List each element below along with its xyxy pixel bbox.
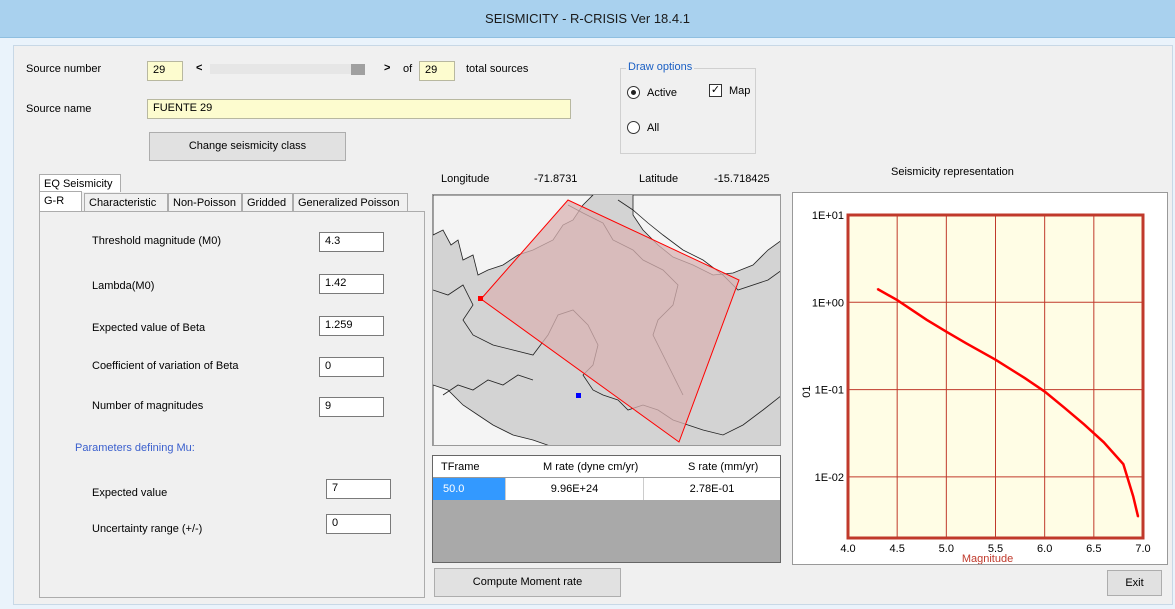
data-point [925,319,928,321]
total-sources-field: 29 [419,61,455,81]
data-point [1137,515,1139,518]
compute-moment-rate-button[interactable]: Compute Moment rate [434,568,621,597]
window-title: SEISMICITY - R-CRISIS Ver 18.4.1 [0,0,1175,38]
y-tick-label: 1E+01 [812,210,844,222]
data-point [1083,423,1085,426]
table-header: TFrame M rate (dyne cm/yr) S rate (mm/yr… [433,456,780,478]
scroll-thumb[interactable] [351,64,365,75]
data-point [896,299,898,301]
scroll-track[interactable] [210,64,358,74]
threshold-magnitude-input[interactable]: 4.3 [319,232,384,252]
source-vertex-start [478,296,483,301]
map-checkbox[interactable]: ✓ [709,84,722,97]
active-radio[interactable] [627,86,640,99]
of-label: of [403,63,413,75]
beta-label: Expected value of Beta [92,322,206,334]
expected-value-input[interactable]: 7 [326,479,391,499]
longitude-label: Longitude [441,173,490,185]
x-tick-label: 7.0 [1135,543,1150,555]
total-sources-label: total sources [466,63,529,75]
tab-gridded[interactable]: Gridded [242,193,293,212]
latitude-value: -15.718425 [714,173,770,185]
x-tick-label: 4.5 [890,543,905,555]
cv-beta-input[interactable]: 0 [319,357,384,377]
chart-panel-title: Seismicity representation [891,166,1014,178]
exit-button[interactable]: Exit [1107,570,1162,596]
data-point [1102,441,1105,443]
moment-rate-table[interactable]: TFrame M rate (dyne cm/yr) S rate (mm/yr… [432,455,781,563]
source-name-label: Source name [26,103,92,115]
main-panel: Source number 29 < > of 29 total sources… [13,45,1173,605]
all-label: All [647,122,660,134]
expected-value-label: Expected value [92,487,168,499]
cv-beta-label: Coefficient of variation of Beta [92,360,239,372]
header-s-rate: S rate (mm/yr) [688,461,759,473]
latitude-label: Latitude [639,173,679,185]
draw-options-group [620,68,756,154]
tab-eq-seismicity[interactable]: EQ Seismicity [39,174,121,192]
source-vertex-end [576,393,581,398]
seismicity-chart-panel: 4.0 4.5 5.0 5.5 6.0 6.5 7.0 1E+01 1E+00 1E-01 1E-0… [792,192,1168,565]
x-axis-label: Magnitude [962,553,1013,564]
data-point [1043,390,1046,393]
draw-options-title: Draw options [626,61,695,73]
tab-gr[interactable]: G-R [39,191,82,212]
data-point [994,358,997,361]
table-row[interactable]: 50.0 9.96E+24 2.78E-01 [433,478,780,500]
source-scrollbar[interactable]: < [196,59,376,79]
map-label: Map [729,85,751,97]
cell-s-rate[interactable]: 2.78E-01 [644,478,780,500]
y-tick-label: 1E+00 [812,297,844,309]
y-tick-label: 1E-01 [815,385,844,397]
data-point [876,288,879,290]
data-point [1024,377,1026,380]
gr-tab-panel: Threshold magnitude (M0) 4.3 Lambda(M0) … [39,211,425,598]
tab-characteristic[interactable]: Characteristic [84,193,168,212]
data-point [1063,406,1066,409]
uncertainty-range-label: Uncertainty range (+/-) [92,523,203,535]
tab-non-poisson[interactable]: Non-Poisson [168,193,242,212]
scroll-left-icon[interactable]: < [196,62,202,74]
data-point [945,330,948,333]
lambda-input[interactable]: 1.42 [319,274,384,294]
x-tick-label: 6.5 [1086,543,1101,555]
active-label: Active [647,87,677,99]
source-number-field[interactable]: 29 [147,61,183,81]
scroll-right-icon[interactable]: > [384,62,390,74]
source-map[interactable] [432,194,781,446]
number-of-magnitudes-input[interactable]: 9 [319,397,384,417]
lambda-label: Lambda(M0) [92,280,155,292]
x-tick-label: 5.0 [939,543,954,555]
x-tick-label: 4.0 [840,543,855,555]
data-point [965,342,967,344]
beta-input[interactable]: 1.259 [319,316,384,336]
data-point [1132,495,1134,498]
tab-generalized-poisson[interactable]: Generalized Poisson [293,193,408,212]
seismicity-chart: 4.0 4.5 5.0 5.5 6.0 6.5 7.01E+011E+001E-011E-0… [801,210,1151,565]
header-tframe: TFrame [441,461,480,473]
source-name-field[interactable]: FUENTE 29 [147,99,571,119]
longitude-value: -71.8731 [534,173,578,185]
mu-parameters-heading: Parameters defining Mu: [75,442,195,454]
threshold-magnitude-label: Threshold magnitude (M0) [92,235,222,247]
data-point [1122,463,1125,465]
number-of-magnitudes-label: Number of magnitudes [92,400,204,412]
all-radio[interactable] [627,121,640,134]
uncertainty-range-input[interactable]: 0 [326,514,391,534]
cell-tframe[interactable]: 50.0 [433,478,506,500]
source-number-label: Source number [26,63,102,75]
cell-m-rate[interactable]: 9.96E+24 [506,478,644,500]
header-m-rate: M rate (dyne cm/yr) [543,461,639,473]
change-seismicity-class-button[interactable]: Change seismicity class [149,132,346,161]
y-tick-label: 1E-02 [815,472,844,484]
y-axis-label: 01 [801,385,813,397]
x-tick-label: 6.0 [1037,543,1052,555]
